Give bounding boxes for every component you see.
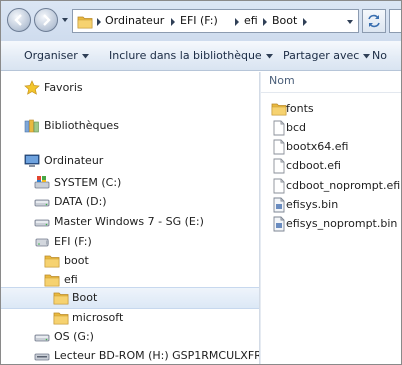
address-bar-area: Ordinateur EFI (F:) efi Boot [1, 1, 401, 41]
drive-icon [34, 194, 50, 210]
nav-item-libraries[interactable]: Bibliothèques [1, 116, 259, 136]
nav-item-folder-boot-selected[interactable]: Boot [1, 287, 259, 309]
nav-item-label: SYSTEM (C:) [54, 176, 122, 189]
breadcrumb-separator-icon[interactable] [95, 17, 103, 27]
header-divider [261, 92, 401, 93]
drive-icon [34, 214, 50, 230]
include-in-library-menu[interactable]: Inclure dans la bibliothèque [109, 49, 273, 62]
nav-item-label: EFI (F:) [54, 235, 92, 248]
back-arrow-icon [14, 14, 22, 26]
nav-item-drive-c[interactable]: SYSTEM (C:) [1, 173, 259, 193]
file-name: bootx64.efi [286, 140, 349, 153]
file-name: cdboot_noprompt.efi [286, 179, 401, 192]
file-name: fonts [286, 102, 314, 115]
nav-item-label: OS (G:) [54, 330, 94, 343]
list-item[interactable]: fonts [261, 100, 401, 118]
organize-menu[interactable]: Organiser [24, 49, 89, 62]
list-item[interactable]: bootx64.efi [261, 138, 401, 156]
nav-item-label: Master Windows 7 - SG (E:) [54, 215, 204, 228]
navigation-pane: Favoris Bibliothèques Ordinateur SYSTEM … [1, 72, 259, 364]
breadcrumb-separator-icon[interactable] [261, 17, 269, 27]
list-item[interactable]: cdboot_noprompt.efi [261, 177, 401, 195]
refresh-icon [368, 14, 380, 28]
nav-item-drive-e[interactable]: Master Windows 7 - SG (E:) [1, 212, 259, 232]
file-name: bcd [286, 121, 307, 134]
include-label: Inclure dans la bibliothèque [109, 49, 262, 62]
forward-button[interactable] [34, 8, 58, 32]
star-icon [24, 80, 40, 95]
command-bar: Organiser Inclure dans la bibliothèque P… [1, 41, 401, 71]
nav-item-label: Bibliothèques [44, 119, 119, 132]
back-button[interactable] [7, 8, 31, 32]
organize-label: Organiser [24, 49, 78, 62]
folder-icon [44, 253, 60, 269]
bin-file-icon [271, 197, 287, 213]
nav-item-favorites[interactable]: Favoris [1, 78, 259, 98]
column-header-name[interactable]: Nom [269, 74, 295, 87]
usb-drive-icon [34, 234, 50, 250]
breadcrumb-boot[interactable]: Boot [272, 14, 297, 27]
drive-icon [34, 329, 50, 345]
list-item[interactable]: bcd [261, 119, 401, 137]
share-label: Partager avec [283, 49, 360, 62]
breadcrumb-separator-icon[interactable] [301, 17, 309, 27]
breadcrumb-separator-icon[interactable] [169, 17, 177, 27]
breadcrumb-efi[interactable]: efi [244, 14, 258, 27]
list-item[interactable]: efisys_noprompt.bin [261, 215, 401, 233]
nav-item-label: Boot [72, 291, 98, 304]
breadcrumb-separator-icon[interactable] [233, 17, 241, 27]
address-bar[interactable]: Ordinateur EFI (F:) efi Boot [72, 9, 359, 33]
file-icon [271, 158, 287, 174]
nav-item-folder-boot[interactable]: boot [1, 251, 259, 271]
library-icon [24, 119, 39, 133]
nav-item-label: Favoris [44, 81, 83, 94]
forward-arrow-icon [43, 14, 51, 26]
search-input[interactable] [389, 9, 401, 33]
computer-icon [24, 154, 40, 167]
folder-icon [53, 290, 69, 306]
breadcrumb-efi-drive[interactable]: EFI (F:) [180, 14, 218, 27]
nav-item-drive-d[interactable]: DATA (D:) [1, 192, 259, 212]
nav-item-label: Lecteur BD-ROM (H:) GSP1RMCULXFRER_ [54, 349, 259, 362]
nav-item-label: Ordinateur [44, 154, 104, 167]
nav-item-folder-microsoft[interactable]: microsoft [1, 308, 259, 328]
nav-item-label: DATA (D:) [54, 195, 107, 208]
share-with-menu[interactable]: Partager avec [283, 49, 371, 62]
folder-icon [44, 272, 60, 288]
file-icon [271, 120, 287, 136]
file-name: cdboot.efi [286, 159, 341, 172]
new-folder-button[interactable]: No [372, 49, 387, 62]
nav-item-drive-g[interactable]: OS (G:) [1, 327, 259, 347]
nav-item-label: efi [64, 273, 78, 286]
chevron-down-icon [363, 53, 371, 58]
file-list: Nom fonts bcd bootx64.efi cdboot.efi cdb… [261, 72, 401, 364]
explorer-window: Ordinateur EFI (F:) efi Boot Organiser I… [0, 0, 402, 365]
list-item[interactable]: cdboot.efi [261, 157, 401, 175]
address-history-dropdown-icon[interactable] [345, 17, 355, 27]
file-name: efisys.bin [286, 198, 339, 211]
file-name: efisys_noprompt.bin [286, 217, 398, 230]
breadcrumb-ordinateur[interactable]: Ordinateur [105, 14, 164, 27]
file-icon [271, 139, 287, 155]
list-item[interactable]: efisys.bin [261, 196, 401, 214]
recent-pages-dropdown-icon[interactable] [60, 15, 70, 25]
folder-icon [77, 14, 93, 30]
nav-item-label: boot [64, 254, 89, 267]
file-icon [271, 178, 287, 194]
folder-icon [53, 310, 69, 326]
system-drive-icon [34, 175, 50, 191]
chevron-down-icon [81, 53, 89, 58]
nav-item-drive-f[interactable]: EFI (F:) [1, 232, 259, 252]
nav-item-drive-h[interactable]: Lecteur BD-ROM (H:) GSP1RMCULXFRER_ [1, 346, 259, 364]
nav-item-label: microsoft [72, 311, 124, 324]
folder-icon [271, 101, 287, 117]
bin-file-icon [271, 216, 287, 232]
chevron-down-icon [265, 53, 273, 58]
refresh-button[interactable] [362, 9, 386, 33]
bd-rom-drive-icon [34, 348, 50, 364]
nav-item-computer[interactable]: Ordinateur [1, 151, 259, 171]
